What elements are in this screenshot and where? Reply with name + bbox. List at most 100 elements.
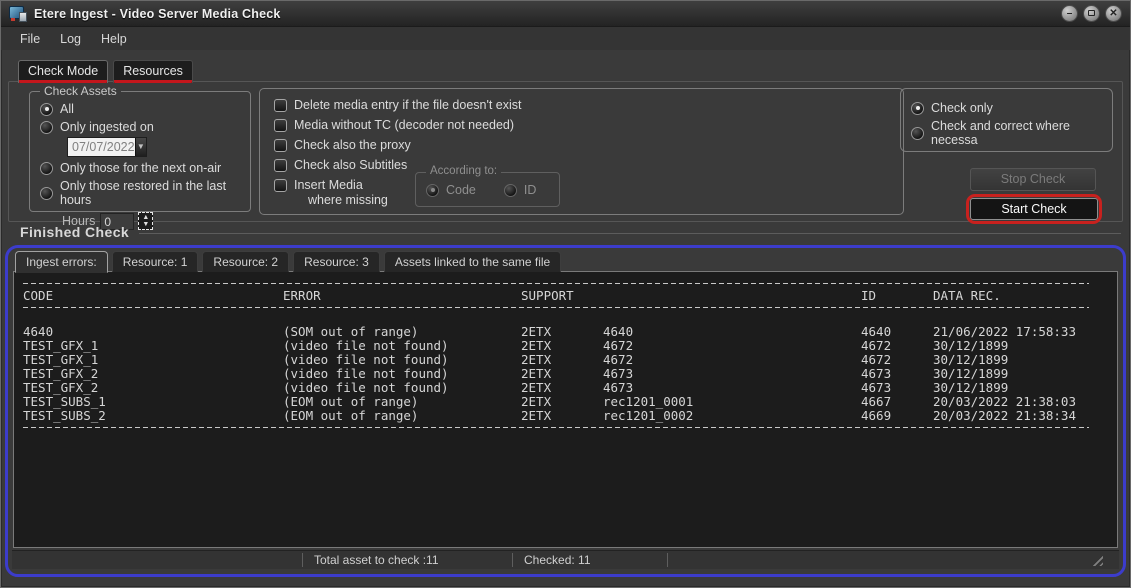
cell-file: 4672: [603, 339, 861, 353]
radio-all-icon[interactable]: [40, 103, 53, 116]
column-support: SUPPORT: [521, 289, 603, 303]
radio-check-and-correct-icon[interactable]: [911, 127, 924, 140]
radio-only-ingested[interactable]: Only ingested on: [40, 120, 250, 134]
table-row[interactable]: TEST_GFX_1(video file not found)2ETX4672…: [23, 353, 1108, 367]
checkbox-insert-media-icon[interactable]: [274, 179, 287, 192]
radio-check-and-correct[interactable]: Check and correct where necessa: [911, 119, 1112, 147]
tab-resource-3[interactable]: Resource: 3: [293, 251, 380, 272]
table-row[interactable]: TEST_GFX_2(video file not found)2ETX 4673…: [23, 381, 1108, 395]
cell-error: (video file not found): [283, 381, 521, 395]
start-check-annotation: Start Check: [966, 194, 1102, 224]
cell-error: (video file not found): [283, 339, 521, 353]
radio-id[interactable]: ID: [504, 183, 537, 197]
menu-log[interactable]: Log: [51, 30, 90, 48]
chevron-down-icon[interactable]: ▼: [135, 138, 146, 156]
table-separator: [23, 283, 1089, 285]
according-to-group: According to: Code ID: [415, 172, 560, 207]
ingest-date-picker[interactable]: 07/07/2022 ▼: [67, 137, 147, 157]
ingest-date-value[interactable]: 07/07/2022: [68, 138, 135, 156]
app-icon: [9, 6, 27, 22]
cell-code: 4640: [23, 325, 283, 339]
tab-check-mode[interactable]: Check Mode: [18, 60, 108, 83]
radio-next-on-air[interactable]: Only those for the next on-air: [40, 161, 250, 175]
checkbox-media-without-tc-icon[interactable]: [274, 119, 287, 132]
radio-code[interactable]: Code: [426, 183, 476, 197]
close-icon[interactable]: ✕: [1105, 5, 1122, 22]
status-separator: [302, 553, 303, 567]
radio-check-only-label: Check only: [931, 101, 993, 115]
column-file: [603, 289, 861, 303]
cell-id: 4673: [861, 367, 933, 381]
cell-date: 30/12/1899: [933, 353, 1108, 367]
table-row[interactable]: 4640(SOM out of range)2ETX4640464021/06/…: [23, 325, 1108, 339]
radio-next-on-air-icon[interactable]: [40, 162, 53, 175]
checkbox-media-without-tc-label: Media without TC (decoder not needed): [294, 118, 514, 132]
cell-file: 4640: [603, 325, 861, 339]
cell-id: 4673: [861, 381, 933, 395]
cell-code: TEST_GFX_2: [23, 381, 283, 395]
start-check-button[interactable]: Start Check: [970, 198, 1098, 220]
cell-id: 4640: [861, 325, 933, 339]
checkbox-check-proxy[interactable]: Check also the proxy: [274, 138, 903, 152]
table-separator: [23, 427, 1089, 429]
table-row[interactable]: TEST_GFX_1(video file not found)2ETX4672…: [23, 339, 1108, 353]
status-checked: Checked: 11: [524, 553, 591, 567]
cell-id: 4672: [861, 339, 933, 353]
minimize-icon[interactable]: –: [1061, 5, 1078, 22]
checkbox-check-proxy-icon[interactable]: [274, 139, 287, 152]
cell-support: 2ETX: [521, 395, 603, 409]
tab-underline: [19, 80, 107, 83]
tab-resource-1[interactable]: Resource: 1: [112, 251, 199, 272]
section-rule: [139, 233, 1121, 234]
column-data-rec: DATA REC.: [933, 289, 1108, 303]
menu-help[interactable]: Help: [92, 30, 136, 48]
tab-ingest-errors[interactable]: Ingest errors:: [15, 251, 108, 273]
finished-check-title: Finished Check: [20, 224, 129, 240]
check-options-group: Delete media entry if the file doesn't e…: [259, 88, 904, 215]
radio-check-only-icon[interactable]: [911, 102, 924, 115]
radio-restored-last-hours[interactable]: Only those restored in the last hours: [40, 179, 250, 207]
cell-file: rec1201_0002: [603, 409, 861, 423]
tab-resources[interactable]: Resources: [113, 60, 193, 83]
resize-grip-icon[interactable]: [1089, 553, 1103, 566]
radio-check-and-correct-label: Check and correct where necessa: [931, 119, 1112, 147]
cell-date: 20/03/2022 21:38:34: [933, 409, 1108, 423]
stop-check-button[interactable]: Stop Check: [970, 168, 1096, 191]
cell-code: TEST_SUBS_1: [23, 395, 283, 409]
cell-id: 4669: [861, 409, 933, 423]
menu-file[interactable]: File: [11, 30, 49, 48]
table-row[interactable]: TEST_SUBS_2(EOM out of range)2ETXrec1201…: [23, 409, 1108, 423]
tab-resource-2[interactable]: Resource: 2: [202, 251, 289, 272]
checkbox-delete-media-entry-icon[interactable]: [274, 99, 287, 112]
cell-id: 4672: [861, 353, 933, 367]
radio-only-ingested-icon[interactable]: [40, 121, 53, 134]
tab-assets-linked[interactable]: Assets linked to the same file: [384, 251, 561, 272]
checkbox-delete-media-entry[interactable]: Delete media entry if the file doesn't e…: [274, 98, 903, 112]
checkbox-media-without-tc[interactable]: Media without TC (decoder not needed): [274, 118, 903, 132]
menu-bar: File Log Help: [1, 27, 1130, 50]
section-heading: Finished Check: [20, 224, 1121, 240]
cell-error: (EOM out of range): [283, 409, 521, 423]
radio-all-label: All: [60, 102, 74, 116]
maximize-icon[interactable]: [1083, 5, 1100, 22]
table-row[interactable]: TEST_GFX_2(video file not found)2ETX4673…: [23, 367, 1108, 381]
cell-code: TEST_GFX_1: [23, 339, 283, 353]
radio-only-ingested-label: Only ingested on: [60, 120, 154, 134]
table-row[interactable]: TEST_SUBS_1(EOM out of range)2ETXrec1201…: [23, 395, 1108, 409]
radio-all[interactable]: All: [40, 102, 250, 116]
cell-error: (video file not found): [283, 367, 521, 381]
status-separator: [512, 553, 513, 567]
radio-restored-last-hours-icon[interactable]: [40, 187, 53, 200]
checkbox-check-subtitles[interactable]: Check also Subtitles: [274, 158, 903, 172]
cell-support: 2ETX: [521, 381, 603, 395]
results-rows: 4640(SOM out of range)2ETX4640464021/06/…: [23, 325, 1108, 423]
checkbox-insert-media[interactable]: Insert Media: [274, 178, 903, 192]
cell-date: 20/03/2022 21:38:03: [933, 395, 1108, 409]
cell-file: 4672: [603, 353, 861, 367]
status-separator: [667, 553, 668, 567]
checkbox-check-subtitles-icon[interactable]: [274, 159, 287, 172]
radio-check-only[interactable]: Check only: [911, 101, 1112, 115]
spinner-up-icon[interactable]: ▲: [142, 214, 149, 221]
radio-id-icon[interactable]: [504, 184, 517, 197]
radio-code-icon[interactable]: [426, 184, 439, 197]
